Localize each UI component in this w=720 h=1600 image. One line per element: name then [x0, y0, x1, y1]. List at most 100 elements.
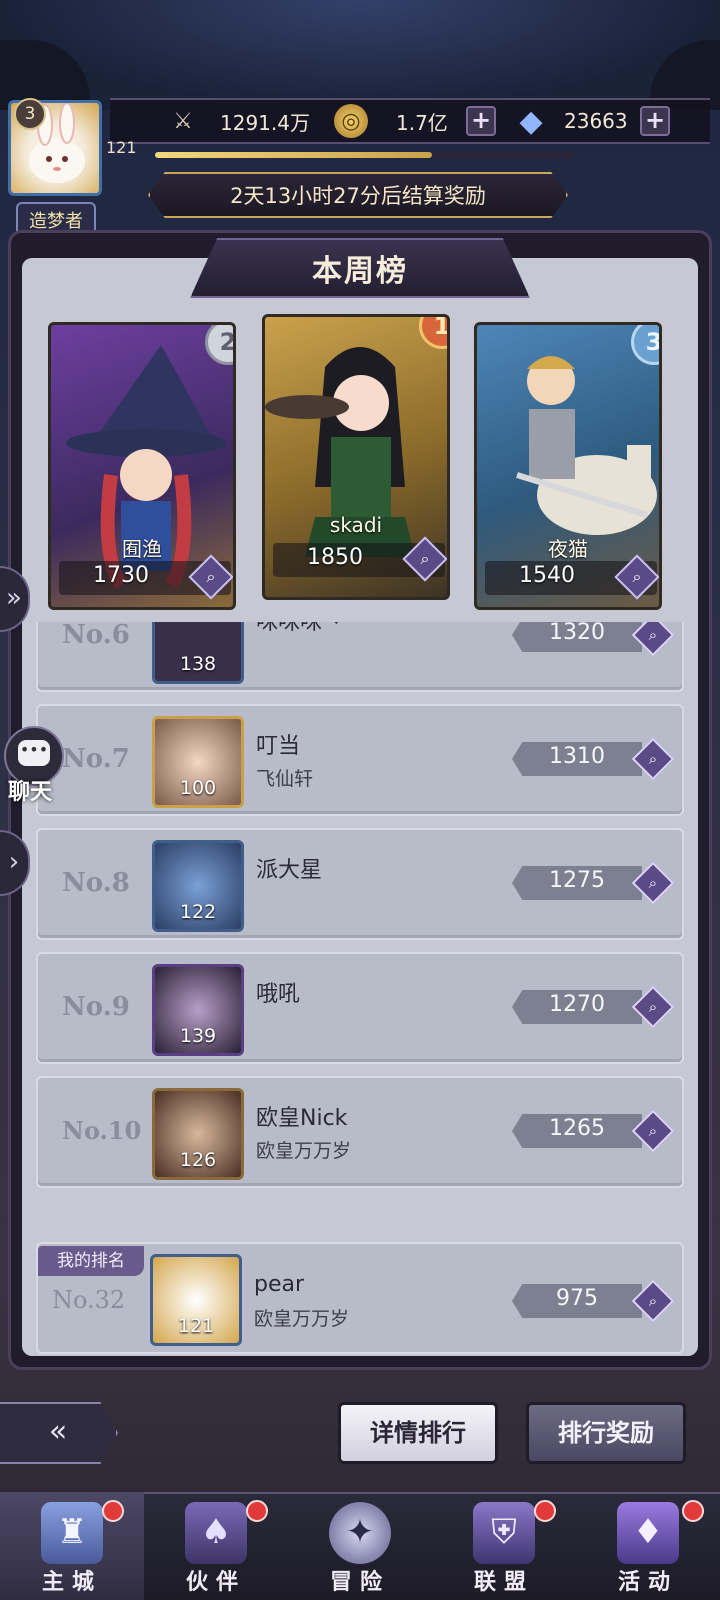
podium-card-rank-2[interactable]: 2 囿渔 1730 ⌕ [48, 322, 236, 610]
list-item[interactable]: No.8 122 派大星 1275 ⌕ [36, 828, 684, 940]
row-name: 咪咪咪丶 [256, 622, 345, 635]
row-avatar[interactable]: 138 [152, 622, 244, 684]
diamond-icon: ◆ [519, 103, 543, 139]
row-score: 1320 [549, 622, 605, 645]
row-score: 1265 [549, 1116, 605, 1141]
notification-dot [246, 1500, 268, 1522]
magnifier-icon: ⌕ [632, 567, 642, 586]
my-score: 975 [556, 1286, 598, 1311]
compass-icon: ✦ [329, 1502, 391, 1564]
chat-bubble-icon: ••• [18, 740, 50, 766]
nav-adventure[interactable]: ✦ 冒险 [288, 1492, 432, 1600]
list-item[interactable]: No.10 126 欧皇Nick 欧皇万万岁 1265 ⌕ [36, 1076, 684, 1188]
power-value: 1291.4万 [220, 110, 310, 135]
back-arrow-icon: « [48, 1414, 68, 1449]
list-item[interactable]: No.7 100 叮当 飞仙轩 1310 ⌕ [36, 704, 684, 816]
gold-display: ◎ 1.7亿 [334, 100, 448, 142]
chevron-right-icon: › [8, 847, 20, 877]
nav-main-city[interactable]: ♜ 主城 [0, 1492, 144, 1600]
row-guild: 飞仙轩 [256, 768, 314, 790]
back-button[interactable]: « [0, 1402, 118, 1464]
reward-countdown-banner: 2天13小时27分后结算奖励 [148, 172, 568, 218]
chat-label: 聊天 [8, 780, 53, 805]
magnifier-icon: ⌕ [648, 874, 658, 892]
nav-alliance[interactable]: ⛨ 联盟 [432, 1492, 576, 1600]
row-name: 叮当 [256, 734, 301, 759]
experience-bar [155, 152, 575, 158]
row-rank: No.7 [62, 744, 130, 774]
detail-ranking-button[interactable]: 详情排行 [338, 1402, 498, 1464]
podium-score: 1730 [93, 563, 149, 588]
nav-label: 冒险 [329, 1570, 390, 1595]
double-chevron-right-icon: » [6, 583, 22, 613]
nav-label: 主城 [41, 1570, 102, 1595]
row-rank: No.9 [62, 992, 130, 1022]
add-gold-button[interactable]: + [466, 106, 496, 136]
nav-partners[interactable]: ♠ 伙伴 [144, 1492, 288, 1600]
row-level: 100 [179, 777, 217, 799]
player-level-number: 121 [106, 138, 137, 157]
magnifier-icon: ⌕ [420, 549, 430, 568]
gold-value: 1.7亿 [396, 110, 448, 135]
nav-label: 联盟 [473, 1570, 534, 1595]
row-avatar[interactable]: 139 [152, 964, 244, 1056]
row-rank: No.6 [62, 622, 130, 650]
notification-dot [534, 1500, 556, 1522]
row-rank: No.8 [62, 868, 130, 898]
row-level: 126 [179, 1149, 217, 1171]
sky-background [0, 0, 720, 110]
row-score: 1310 [549, 744, 605, 769]
row-level: 138 [179, 653, 217, 675]
podium-card-rank-1[interactable]: 1 skadi 1850 ⌕ [262, 314, 450, 600]
panel-title: 本周榜 [312, 254, 408, 289]
row-level: 139 [179, 1025, 217, 1047]
podium-score: 1540 [519, 563, 575, 588]
my-level: 121 [177, 1315, 215, 1337]
list-item[interactable]: No.6 138 咪咪咪丶 1320 ⌕ [36, 622, 684, 692]
row-avatar[interactable]: 122 [152, 840, 244, 932]
experience-fill [155, 152, 433, 158]
podium-name: skadi [329, 513, 383, 537]
shield-icon: ⛨ [473, 1502, 535, 1564]
podium-card-rank-3[interactable]: 3 夜猫 1540 ⌕ [474, 322, 662, 610]
my-name: pear [254, 1272, 305, 1297]
player-level-badge: 3 [14, 98, 46, 130]
row-guild: 欧皇万万岁 [256, 1140, 352, 1162]
ranking-list[interactable]: No.6 138 咪咪咪丶 1320 ⌕ No.7 100 叮当 飞仙轩 131… [36, 622, 684, 1188]
magnifier-icon: ⌕ [206, 567, 216, 586]
nav-label: 活动 [617, 1570, 678, 1595]
row-level: 122 [179, 901, 217, 923]
row-avatar[interactable]: 100 [152, 716, 244, 808]
notification-dot [682, 1500, 704, 1522]
row-name: 哦吼 [256, 982, 301, 1007]
magnifier-icon: ⌕ [648, 998, 658, 1016]
my-rank-tag: 我的排名 [38, 1246, 144, 1276]
row-rank: No.10 [62, 1116, 142, 1145]
podium-name: 囿渔 [122, 537, 162, 561]
row-score: 1270 [549, 992, 605, 1017]
magnifier-icon: ⌕ [648, 750, 658, 768]
cards-icon: ♦ [617, 1502, 679, 1564]
my-rank-number: No.32 [52, 1286, 126, 1314]
sword-icon: ⚔ [173, 108, 193, 134]
magnifier-icon: ⌕ [648, 1292, 658, 1310]
nav-label: 伙伴 [185, 1570, 246, 1595]
gold-coin-icon: ◎ [334, 104, 368, 138]
diamond-display: ◆ 23663 [514, 100, 628, 142]
nav-events[interactable]: ♦ 活动 [576, 1492, 720, 1600]
my-guild: 欧皇万万岁 [254, 1308, 350, 1330]
row-name: 派大星 [256, 858, 323, 883]
magnifier-icon: ⌕ [648, 1122, 658, 1140]
row-score: 1275 [549, 868, 605, 893]
ranking-rewards-button[interactable]: 排行奖励 [526, 1402, 686, 1464]
castle-icon: ♜ [41, 1502, 103, 1564]
magnifier-icon: ⌕ [648, 626, 658, 644]
diamond-value: 23663 [564, 109, 628, 133]
podium-name: 夜猫 [548, 537, 588, 561]
countdown-text: 2天13小时27分后结算奖励 [230, 184, 486, 208]
add-diamond-button[interactable]: + [640, 106, 670, 136]
row-avatar[interactable]: 126 [152, 1088, 244, 1180]
my-avatar[interactable]: 121 [150, 1254, 242, 1346]
row-name: 欧皇Nick [256, 1106, 348, 1131]
list-item[interactable]: No.9 139 哦吼 1270 ⌕ [36, 952, 684, 1064]
